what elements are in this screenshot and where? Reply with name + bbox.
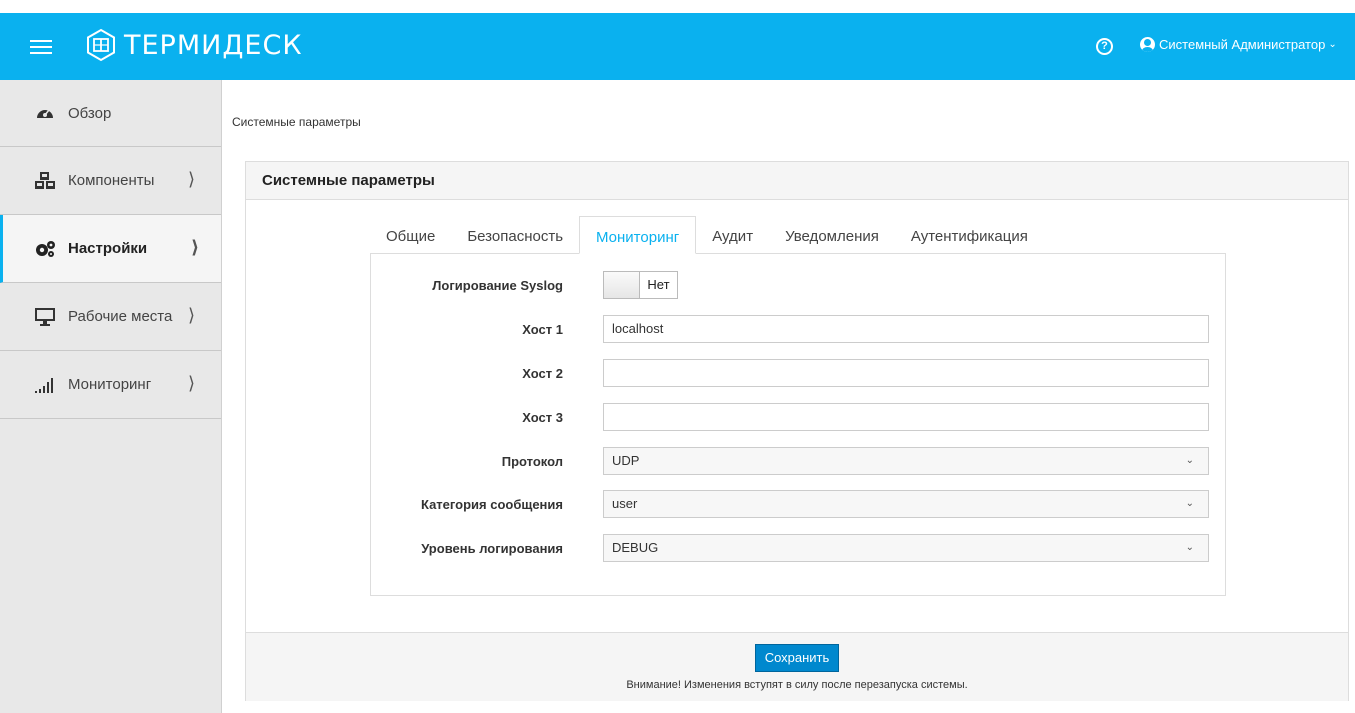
breadcrumb: Системные параметры [232, 115, 361, 129]
form-row-protocol: Протокол UDP ⌄ [371, 447, 1227, 475]
user-avatar-icon [1140, 37, 1155, 52]
sidebar: Обзор Компоненты ⟩ Настройки ⟩ Рабочие м… [0, 80, 222, 713]
syslog-toggle-value: Нет [640, 272, 677, 298]
sidebar-item-label: Мониторинг [68, 376, 152, 393]
sidebar-item-settings[interactable]: Настройки ⟩ [0, 215, 221, 283]
sidebar-item-label: Рабочие места [68, 308, 173, 325]
tab-general[interactable]: Общие [370, 216, 451, 254]
help-icon[interactable]: ? [1096, 38, 1113, 55]
form-row-host3: Хост 3 [371, 403, 1227, 431]
protocol-label: Протокол [501, 454, 563, 469]
syslog-label: Логирование Syslog [432, 278, 563, 293]
user-name: Системный Администратор [1159, 37, 1326, 52]
signal-bars-icon [34, 375, 56, 395]
category-label: Категория сообщения [420, 497, 563, 512]
log-level-select-value: DEBUG [612, 540, 659, 555]
chevron-right-icon: ⟩ [188, 305, 196, 325]
chevron-right-icon: ⟩ [188, 169, 196, 189]
logo[interactable]: ТЕРМИДЕСК [84, 28, 303, 62]
host1-label: Хост 1 [522, 322, 563, 337]
log-level-label: Уровень логирования [421, 541, 563, 556]
sidebar-item-components[interactable]: Компоненты ⟩ [0, 147, 221, 215]
restart-notice: Внимание! Изменения вступят в силу после… [626, 679, 968, 691]
protocol-select-value: UDP [612, 453, 640, 468]
logo-icon [87, 28, 115, 62]
sidebar-item-label: Компоненты [68, 172, 155, 189]
form-row-syslog: Логирование Syslog Нет [371, 271, 1227, 299]
panel-footer: Сохранить Внимание! Изменения вступят в … [246, 632, 1348, 701]
sidebar-item-monitoring[interactable]: Мониторинг ⟩ [0, 351, 221, 419]
panel-title: Системные параметры [246, 162, 1348, 200]
hamburger-menu-icon[interactable] [30, 36, 52, 56]
sidebar-item-overview[interactable]: Обзор [0, 80, 221, 147]
toggle-knob[interactable] [604, 272, 640, 298]
form-row-host2: Хост 2 [371, 359, 1227, 387]
category-select[interactable]: user ⌄ [603, 490, 1209, 518]
cubes-icon [34, 171, 56, 191]
syslog-toggle[interactable]: Нет [603, 271, 678, 299]
protocol-select[interactable]: UDP ⌄ [603, 447, 1209, 475]
chevron-down-icon: ⌄ [1328, 39, 1337, 50]
sidebar-item-workplaces[interactable]: Рабочие места ⟩ [0, 283, 221, 351]
logo-text: ТЕРМИДЕСК [124, 29, 303, 61]
chevron-down-icon: ⌄ [1185, 498, 1194, 509]
host1-input[interactable]: localhost [603, 315, 1209, 343]
top-navbar: ТЕРМИДЕСК ? Системный Администратор ⌄ [0, 13, 1355, 80]
host3-input[interactable] [603, 403, 1209, 431]
host2-label: Хост 2 [522, 366, 563, 381]
tab-monitoring[interactable]: Мониторинг [579, 216, 697, 254]
desktop-icon [34, 307, 56, 327]
tab-bar: Общие Безопасность Мониторинг Аудит Увед… [370, 216, 1044, 254]
chevron-right-icon: ⟩ [191, 237, 200, 257]
cogs-icon [34, 239, 56, 259]
chevron-down-icon: ⌄ [1185, 455, 1194, 466]
chevron-down-icon: ⌄ [1185, 542, 1194, 553]
form-row-category: Категория сообщения user ⌄ [371, 490, 1227, 518]
form-row-log-level: Уровень логирования DEBUG ⌄ [371, 534, 1227, 562]
form-row-host1: Хост 1 localhost [371, 315, 1227, 343]
tab-security[interactable]: Безопасность [451, 216, 579, 254]
dashboard-icon [34, 103, 56, 123]
host2-input[interactable] [603, 359, 1209, 387]
save-button[interactable]: Сохранить [755, 644, 839, 672]
category-select-value: user [612, 496, 638, 511]
settings-panel: Системные параметры Общие Безопасность М… [245, 161, 1349, 701]
user-menu[interactable]: Системный Администратор ⌄ [1140, 37, 1337, 52]
tab-audit[interactable]: Аудит [696, 216, 769, 254]
sidebar-item-label: Настройки [68, 240, 148, 257]
tab-authentication[interactable]: Аутентификация [895, 216, 1044, 254]
host3-label: Хост 3 [522, 410, 563, 425]
log-level-select[interactable]: DEBUG ⌄ [603, 534, 1209, 562]
monitoring-form: Логирование Syslog Нет Хост 1 localhost … [370, 253, 1226, 596]
chevron-right-icon: ⟩ [188, 373, 196, 393]
tab-notifications[interactable]: Уведомления [769, 216, 895, 254]
sidebar-item-label: Обзор [68, 104, 112, 122]
